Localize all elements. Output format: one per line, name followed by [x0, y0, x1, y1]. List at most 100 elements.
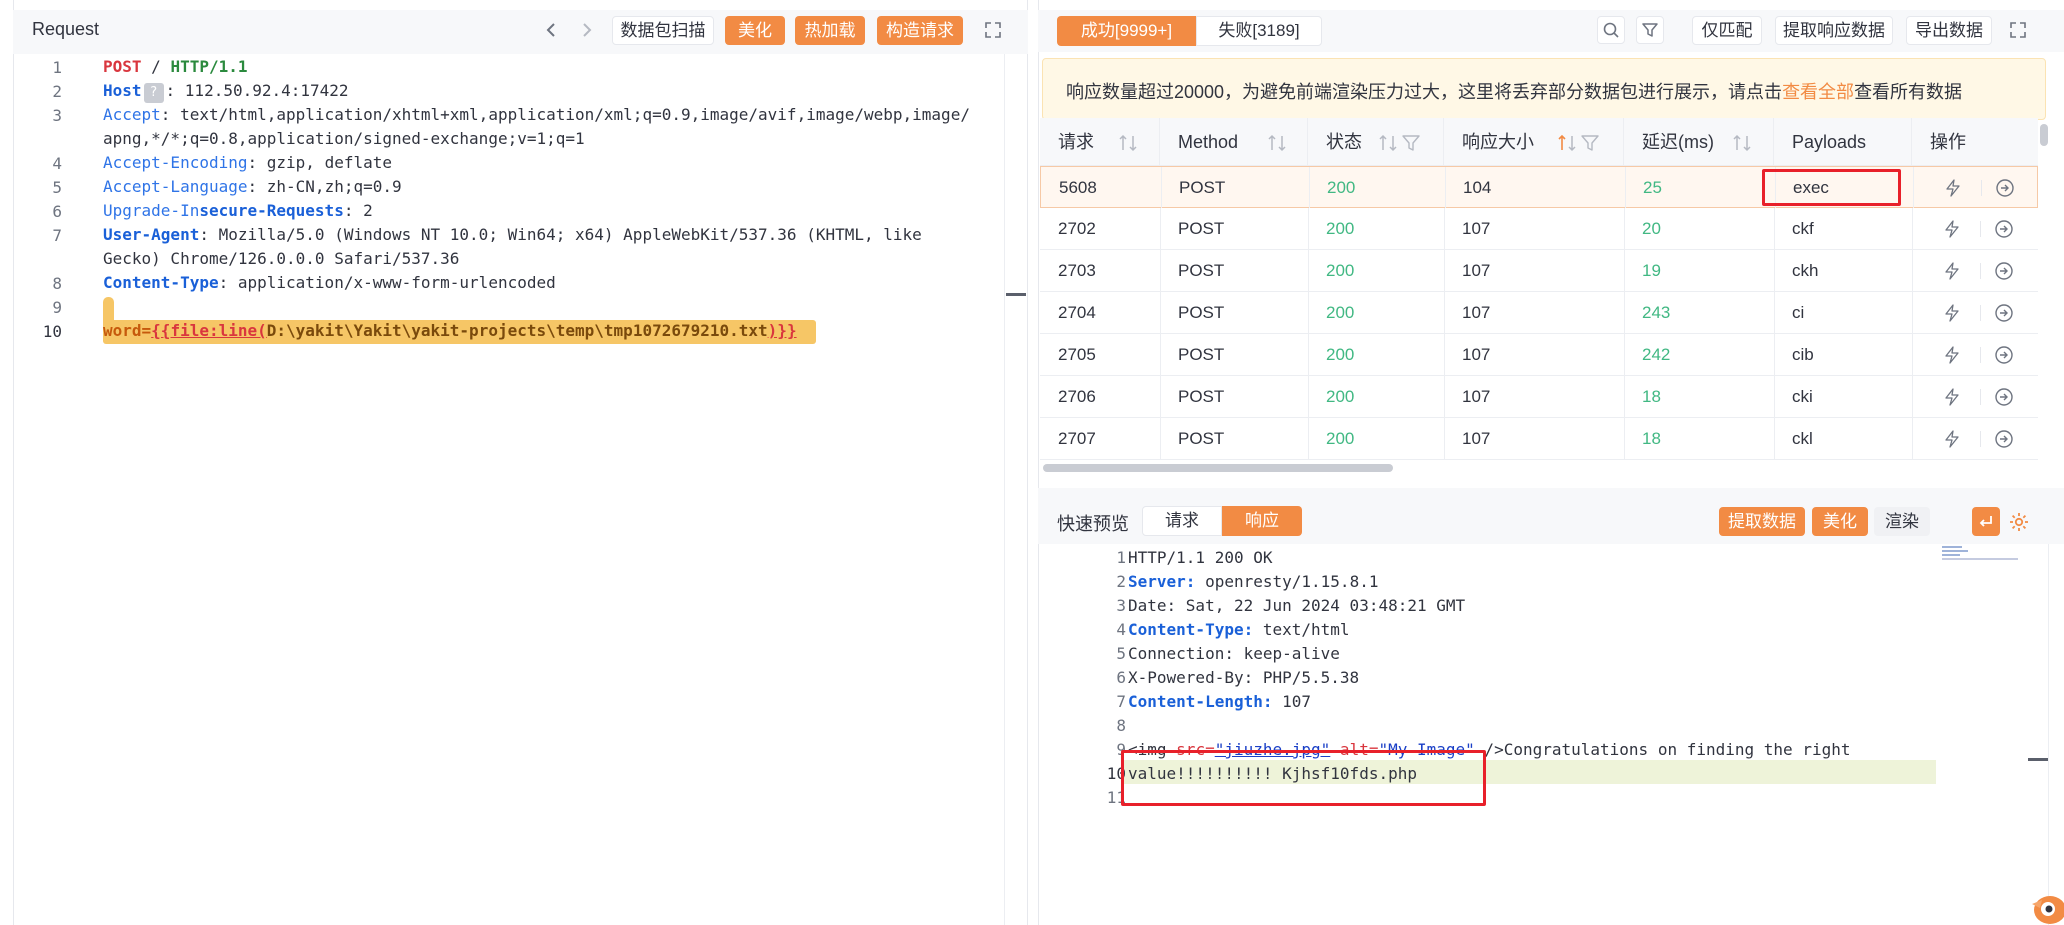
column-divider [1308, 418, 1309, 459]
column-divider [1625, 167, 1626, 208]
lightning-icon[interactable] [1943, 220, 1961, 238]
extract-response-button[interactable]: 提取响应数据 [1775, 16, 1893, 45]
action-divider [1980, 431, 1981, 447]
lightning-icon[interactable] [1943, 346, 1961, 364]
cell-latency: 19 [1642, 261, 1661, 280]
beautify-button[interactable]: 美化 [725, 16, 785, 45]
request-line-3: Accept: text/html,application/xhtml+xml,… [103, 105, 970, 124]
column-header-status[interactable]: 状态 [1308, 118, 1444, 166]
cell-method: POST [1178, 345, 1225, 364]
line-number: 2 [1116, 572, 1126, 591]
action-divider [1980, 347, 1981, 363]
column-divider [1160, 292, 1161, 333]
arrow-right-circle-icon[interactable] [1994, 303, 2014, 323]
lightning-icon[interactable] [1943, 262, 1961, 280]
build-request-button[interactable]: 构造请求 [877, 16, 963, 45]
response-line-2: Server: openresty/1.15.8.1 [1128, 572, 1379, 591]
table-row[interactable]: 2703 POST 200 107 19 ckh [1040, 250, 2038, 292]
tab-success[interactable]: 成功[9999+] [1057, 16, 1196, 46]
line-number: 1 [52, 58, 62, 77]
preview-tab-request[interactable]: 请求 [1142, 506, 1222, 536]
cursor-marker [103, 297, 114, 321]
mascot-icon[interactable] [2026, 888, 2064, 925]
line-number: 4 [52, 154, 62, 173]
preview-tab-response[interactable]: 响应 [1222, 506, 1302, 536]
response-scroll-marker[interactable] [2028, 758, 2048, 761]
sort-active-icon[interactable] [1556, 133, 1578, 153]
search-icon [1603, 22, 1619, 38]
only-match-button[interactable]: 仅匹配 [1692, 16, 1762, 45]
fullscreen-icon[interactable] [984, 21, 1002, 39]
minimap[interactable] [1942, 544, 2022, 564]
cell-status: 200 [1326, 261, 1355, 280]
view-all-link[interactable]: 查看全部 [1782, 82, 1854, 102]
line-number: 10 [1106, 764, 1126, 783]
column-divider [1774, 334, 1775, 375]
tab-fail[interactable]: 失败[3189] [1196, 16, 1322, 46]
export-button[interactable]: 导出数据 [1906, 16, 1992, 45]
extract-data-button[interactable]: 提取数据 [1719, 507, 1805, 536]
line-number: 6 [52, 202, 62, 221]
column-divider [1444, 418, 1445, 459]
filter-icon[interactable] [1580, 133, 1600, 153]
lightning-icon[interactable] [1944, 179, 1962, 197]
cell-method: POST [1178, 429, 1225, 448]
packet-scan-button[interactable]: 数据包扫描 [612, 16, 714, 45]
arrow-right-circle-icon[interactable] [1994, 345, 2014, 365]
sort-icon[interactable] [1266, 133, 1288, 153]
table-row[interactable]: 2704 POST 200 107 243 ci [1040, 292, 2038, 334]
table-h-scrollbar[interactable] [1043, 464, 1393, 472]
cell-method: POST [1179, 178, 1226, 197]
column-divider [1160, 418, 1161, 459]
line-number: 5 [1116, 644, 1126, 663]
cell-latency: 18 [1642, 429, 1661, 448]
sort-icon[interactable] [1731, 133, 1753, 153]
arrow-right-circle-icon[interactable] [1995, 178, 2015, 198]
cell-payload: ckh [1792, 261, 1819, 280]
splitter[interactable] [1038, 488, 2064, 498]
table-row[interactable]: 2702 POST 200 107 20 ckf [1040, 208, 2038, 250]
action-divider [1980, 221, 1981, 237]
response-line-3: Date: Sat, 22 Jun 2024 03:48:21 GMT [1128, 596, 1466, 615]
cell-size: 107 [1462, 429, 1491, 448]
hot-load-button[interactable]: 热加载 [795, 16, 865, 45]
action-divider [1981, 180, 1982, 196]
sort-icon[interactable] [1117, 133, 1139, 153]
fullscreen-icon[interactable] [2009, 21, 2027, 39]
arrow-right-circle-icon[interactable] [1994, 261, 2014, 281]
chevron-right-icon[interactable] [578, 21, 596, 39]
gear-icon[interactable] [2008, 511, 2030, 533]
table-row[interactable]: 2707 POST 200 107 18 ckl [1040, 418, 2038, 460]
request-line-6: Upgrade-Insecure-Requests: 2 [103, 201, 373, 220]
column-divider [1445, 167, 1446, 208]
column-divider [1161, 167, 1162, 208]
lightning-icon[interactable] [1943, 304, 1961, 322]
column-header-request[interactable]: 请求 [1040, 118, 1160, 166]
column-divider [1160, 250, 1161, 291]
preview-beautify-button[interactable]: 美化 [1812, 507, 1868, 536]
line-number: 6 [1116, 668, 1126, 687]
request-scroll-marker[interactable] [1006, 293, 1026, 296]
line-number: 10 [42, 322, 62, 341]
column-divider [1624, 418, 1625, 459]
cell-method: POST [1178, 261, 1225, 280]
column-divider [1160, 376, 1161, 417]
lightning-icon[interactable] [1943, 388, 1961, 406]
response-line-5: Connection: keep-alive [1128, 644, 1340, 663]
filter-icon[interactable] [1401, 133, 1421, 153]
arrow-right-circle-icon[interactable] [1994, 429, 2014, 449]
column-header-actions: 操作 [1930, 132, 1966, 152]
column-divider [1308, 376, 1309, 417]
cell-latency: 20 [1642, 219, 1661, 238]
arrow-right-circle-icon[interactable] [1994, 219, 2014, 239]
action-divider [1980, 263, 1981, 279]
chevron-left-icon[interactable] [542, 21, 560, 39]
table-row[interactable]: 2706 POST 200 107 18 cki [1040, 376, 2038, 418]
lightning-icon[interactable] [1943, 430, 1961, 448]
table-v-scrollbar[interactable] [2040, 124, 2048, 146]
sort-icon[interactable] [1377, 133, 1399, 153]
table-row[interactable]: 2705 POST 200 107 242 cib [1040, 334, 2038, 376]
arrow-right-circle-icon[interactable] [1994, 387, 2014, 407]
request-line-4: Accept-Encoding: gzip, deflate [103, 153, 392, 172]
render-button[interactable]: 渲染 [1874, 507, 1930, 536]
